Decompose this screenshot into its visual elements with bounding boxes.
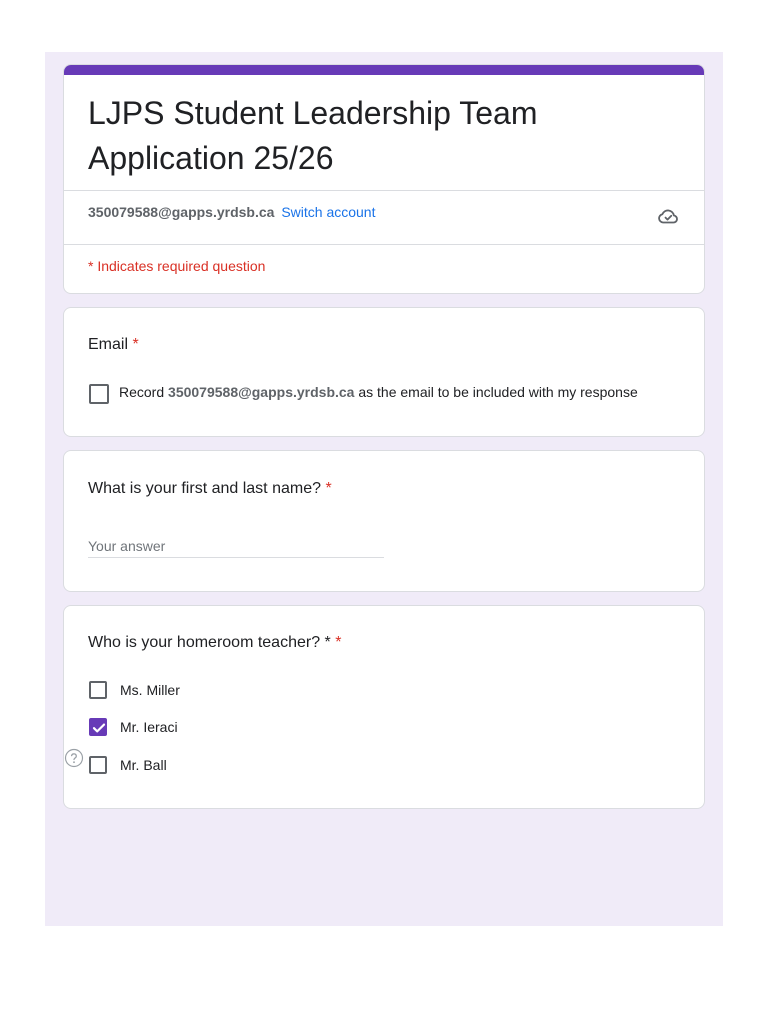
switch-account-link[interactable]: Switch account xyxy=(281,204,375,220)
account-row: 350079588@gapps.yrdsb.ca Switch account xyxy=(88,204,376,220)
option-checkbox-mr-ieraci[interactable] xyxy=(89,718,107,736)
record-prefix: Record xyxy=(119,384,165,400)
homeroom-question-card: Who is your homeroom teacher? * * Ms. Mi… xyxy=(63,605,705,809)
required-asterisk: * xyxy=(325,480,332,497)
cloud-saved-icon xyxy=(658,209,678,224)
required-asterisk: * xyxy=(335,634,342,651)
record-email-label: Record 350079588@gapps.yrdsb.ca as the e… xyxy=(119,384,638,400)
checkmark-icon xyxy=(92,723,106,733)
divider xyxy=(64,190,704,191)
question-title-text: Email xyxy=(88,336,129,353)
option-checkbox-ms-miller[interactable] xyxy=(89,681,107,699)
question-title: Email * xyxy=(88,336,139,354)
account-email: 350079588@gapps.yrdsb.ca xyxy=(88,204,275,220)
email-question-card: Email * Record 350079588@gapps.yrdsb.ca … xyxy=(63,307,705,437)
help-circle-icon[interactable] xyxy=(64,748,84,768)
form-title: LJPS Student Leadership Team Application… xyxy=(88,95,538,176)
question-title-text: What is your first and last name? xyxy=(88,480,321,497)
record-email-checkbox[interactable] xyxy=(89,384,109,404)
option-label-mr-ieraci: Mr. Ieraci xyxy=(120,719,178,735)
form-accent-bar xyxy=(64,65,704,75)
record-suffix: as the email to be included with my resp… xyxy=(358,384,638,400)
required-note: * Indicates required question xyxy=(88,258,266,274)
divider xyxy=(64,244,704,245)
option-label-mr-ball: Mr. Ball xyxy=(120,757,167,773)
name-question-card: What is your first and last name? * xyxy=(63,450,705,592)
required-asterisk: * xyxy=(132,336,139,353)
name-answer-input[interactable] xyxy=(88,535,384,558)
option-label-ms-miller: Ms. Miller xyxy=(120,682,180,698)
question-title-text: Who is your homeroom teacher? * xyxy=(88,634,331,651)
question-title: Who is your homeroom teacher? * * xyxy=(88,634,341,652)
form-header-card: LJPS Student Leadership Team Application… xyxy=(63,64,705,294)
record-email: 350079588@gapps.yrdsb.ca xyxy=(168,384,355,400)
option-checkbox-mr-ball[interactable] xyxy=(89,756,107,774)
question-title: What is your first and last name? * xyxy=(88,480,332,498)
